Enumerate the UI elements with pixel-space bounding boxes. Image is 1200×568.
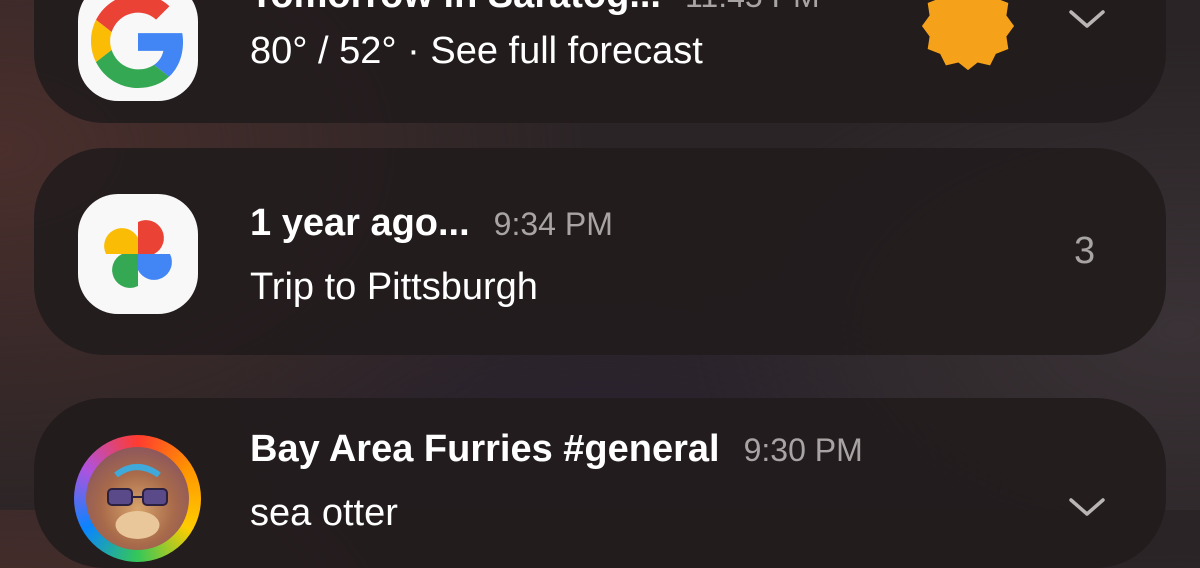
- chevron-down-icon[interactable]: [1067, 496, 1107, 520]
- notification-body: Trip to Pittsburgh: [250, 266, 538, 308]
- notification-time: 11:45 PM: [685, 0, 820, 15]
- google-logo-icon: [78, 0, 198, 101]
- notification-body: 80° / 52° · See full forecast: [250, 30, 703, 72]
- notification-body: sea otter: [250, 492, 398, 534]
- notification-card-chat[interactable]: Bay Area Furries #general 9:30 PM sea ot…: [34, 398, 1166, 568]
- notification-time: 9:34 PM: [493, 206, 613, 242]
- notification-time: 9:30 PM: [743, 432, 863, 468]
- notification-count-badge: 3: [1074, 230, 1096, 272]
- notification-card-photos[interactable]: 1 year ago... 9:34 PM Trip to Pittsburgh…: [34, 148, 1166, 355]
- chevron-down-icon[interactable]: [1067, 8, 1107, 32]
- group-avatar-icon: [74, 435, 201, 562]
- notification-title: 1 year ago...: [250, 202, 470, 244]
- notification-title: Tomorrow in Saratog...: [250, 0, 661, 17]
- notification-title: Bay Area Furries #general: [250, 428, 720, 470]
- google-photos-pinwheel-icon: [78, 194, 198, 314]
- sun-weather-icon: [921, 0, 1015, 71]
- notification-card-weather[interactable]: Tomorrow in Saratog... 11:45 PM 80° / 52…: [34, 0, 1166, 123]
